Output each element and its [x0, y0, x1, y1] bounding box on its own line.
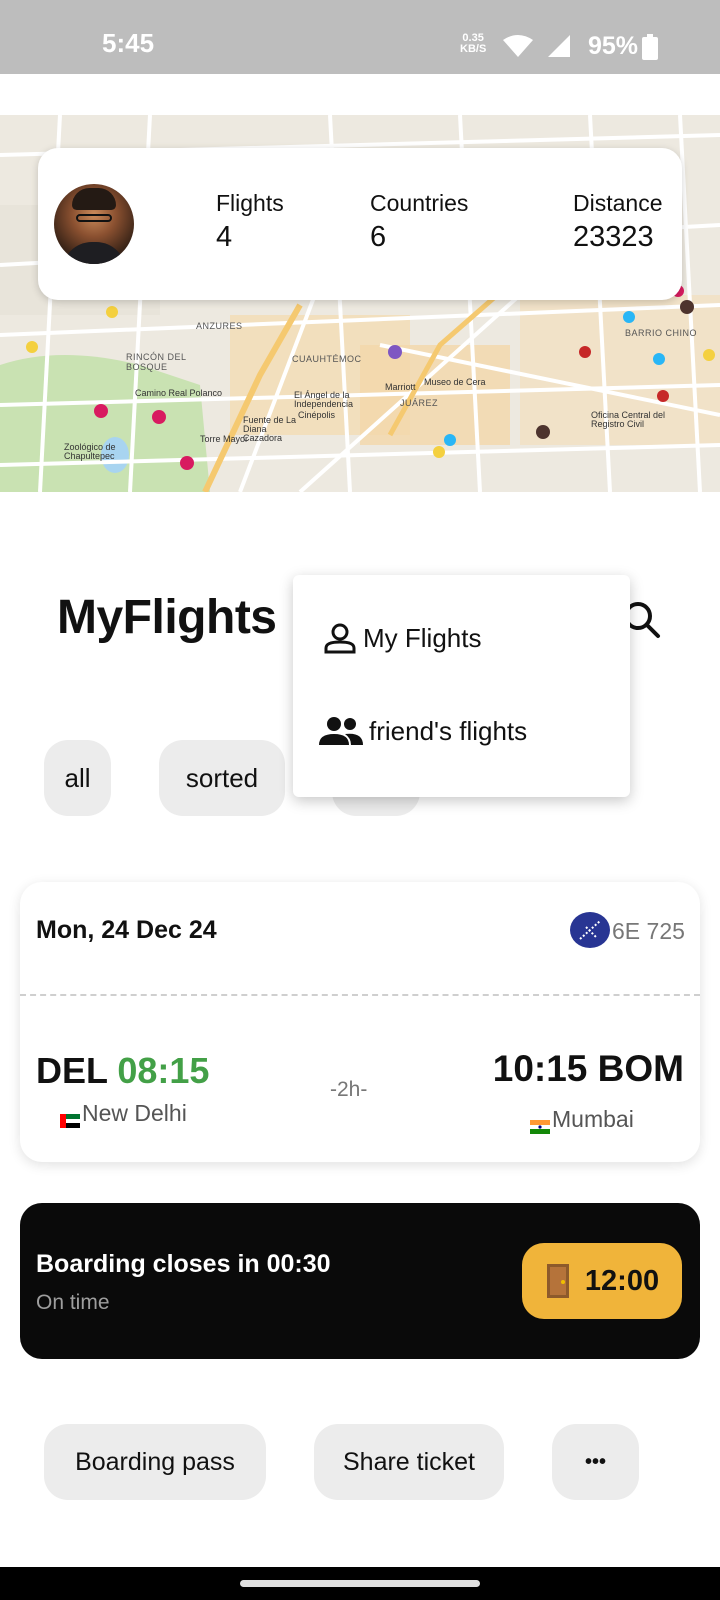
net-speed-unit: KB/S	[460, 43, 487, 55]
boarding-banner: Boarding closes in 00:30 On time 12:00	[20, 1203, 700, 1359]
stat-flights-value: 4	[216, 221, 233, 253]
flight-status: On time	[36, 1291, 110, 1314]
share-ticket-button[interactable]: Share ticket	[314, 1424, 504, 1500]
origin-city-name: New Delhi	[82, 1100, 187, 1126]
india-flag-icon	[530, 1113, 550, 1134]
stat-countries: Countries 6	[370, 190, 468, 254]
map-label: Torre Mayor	[200, 434, 249, 444]
map-label: Cinépolis	[298, 410, 336, 420]
stat-distance-value: 23323	[573, 221, 654, 253]
map-label: RINCÓN DEL BOSQUE	[126, 352, 187, 372]
uae-flag-icon	[60, 1107, 80, 1128]
destination-city: Mumbai	[530, 1106, 634, 1134]
arrival-time: 10:15	[492, 1048, 588, 1089]
map-label: Marriott	[385, 382, 416, 392]
battery-percent: 95%	[588, 32, 639, 60]
door-icon	[546, 1264, 569, 1298]
map-label: Camino Real Polanco	[135, 388, 223, 398]
map-label: Zoológico de Chapultepec	[64, 442, 116, 461]
filter-chip-sorted[interactable]: sorted	[159, 740, 285, 816]
net-speed: 0.35 KB/S	[460, 33, 486, 55]
flight-date: Mon, 24 Dec 24	[36, 916, 217, 944]
status-bar: 5:45 0.35 KB/S 95%	[0, 0, 720, 74]
map-label: El Ángel de la Independencia	[294, 390, 354, 409]
destination-city-name: Mumbai	[552, 1106, 634, 1132]
stat-flights: Flights 4	[216, 190, 284, 254]
card-divider	[20, 994, 700, 996]
filter-chip-all[interactable]: all	[44, 740, 111, 816]
map-label: ANZURES	[196, 321, 243, 331]
destination: 10:15 BOM	[493, 1048, 684, 1090]
destination-code: BOM	[597, 1048, 684, 1089]
menu-item-label: My Flights	[363, 622, 482, 653]
person-icon	[324, 623, 356, 654]
map-label: Museo de Cera	[424, 377, 486, 387]
menu-item-my-flights[interactable]: My Flights	[323, 621, 481, 655]
stat-countries-label: Countries	[370, 190, 469, 216]
stat-countries-value: 6	[370, 221, 387, 253]
home-gesture-handle[interactable]	[240, 1580, 480, 1587]
boarding-pass-button[interactable]: Boarding pass	[44, 1424, 266, 1500]
page-title: MyFlights	[57, 591, 277, 644]
people-icon	[319, 717, 363, 745]
signal-icon	[548, 35, 570, 57]
flight-duration: -2h-	[330, 1078, 368, 1101]
origin: DEL 08:15	[36, 1050, 209, 1092]
stat-distance-label: Distance	[573, 190, 663, 216]
flights-dropdown-menu: My Flights friend's flights	[293, 575, 630, 797]
map-label: CUAUHTÉMOC	[292, 354, 362, 364]
stat-flights-label: Flights	[216, 190, 284, 216]
wifi-icon	[503, 35, 533, 57]
gate-time-badge[interactable]: 12:00	[522, 1243, 682, 1319]
battery-icon	[642, 34, 658, 60]
flight-number: 6E 725	[612, 918, 685, 944]
origin-code: DEL	[36, 1050, 108, 1091]
map-label: Fuente de La Diana Cazadora	[243, 415, 297, 443]
profile-stats-card: Flights 4 Countries 6 Distance 23323	[38, 148, 682, 300]
airline-logo-icon	[570, 912, 610, 948]
map-label: Oficina Central del Registro Civil	[591, 410, 666, 429]
origin-city: New Delhi	[60, 1100, 187, 1128]
more-options-button[interactable]: •••	[552, 1424, 639, 1500]
avatar[interactable]	[54, 184, 134, 264]
map-label: BARRIO CHINO	[625, 328, 698, 338]
stat-distance: Distance 23323	[573, 190, 662, 254]
menu-item-friends-flights[interactable]: friend's flights	[319, 715, 527, 747]
flight-card[interactable]: Mon, 24 Dec 24 6E 725 DEL 08:15 New Delh…	[20, 882, 700, 1162]
gate-time: 12:00	[584, 1264, 660, 1297]
map-label: JUÁREZ	[400, 398, 439, 408]
departure-time: 08:15	[117, 1050, 210, 1091]
boarding-countdown: Boarding closes in 00:30	[36, 1250, 331, 1278]
menu-item-label: friend's flights	[369, 715, 528, 746]
clock: 5:45	[102, 28, 155, 58]
